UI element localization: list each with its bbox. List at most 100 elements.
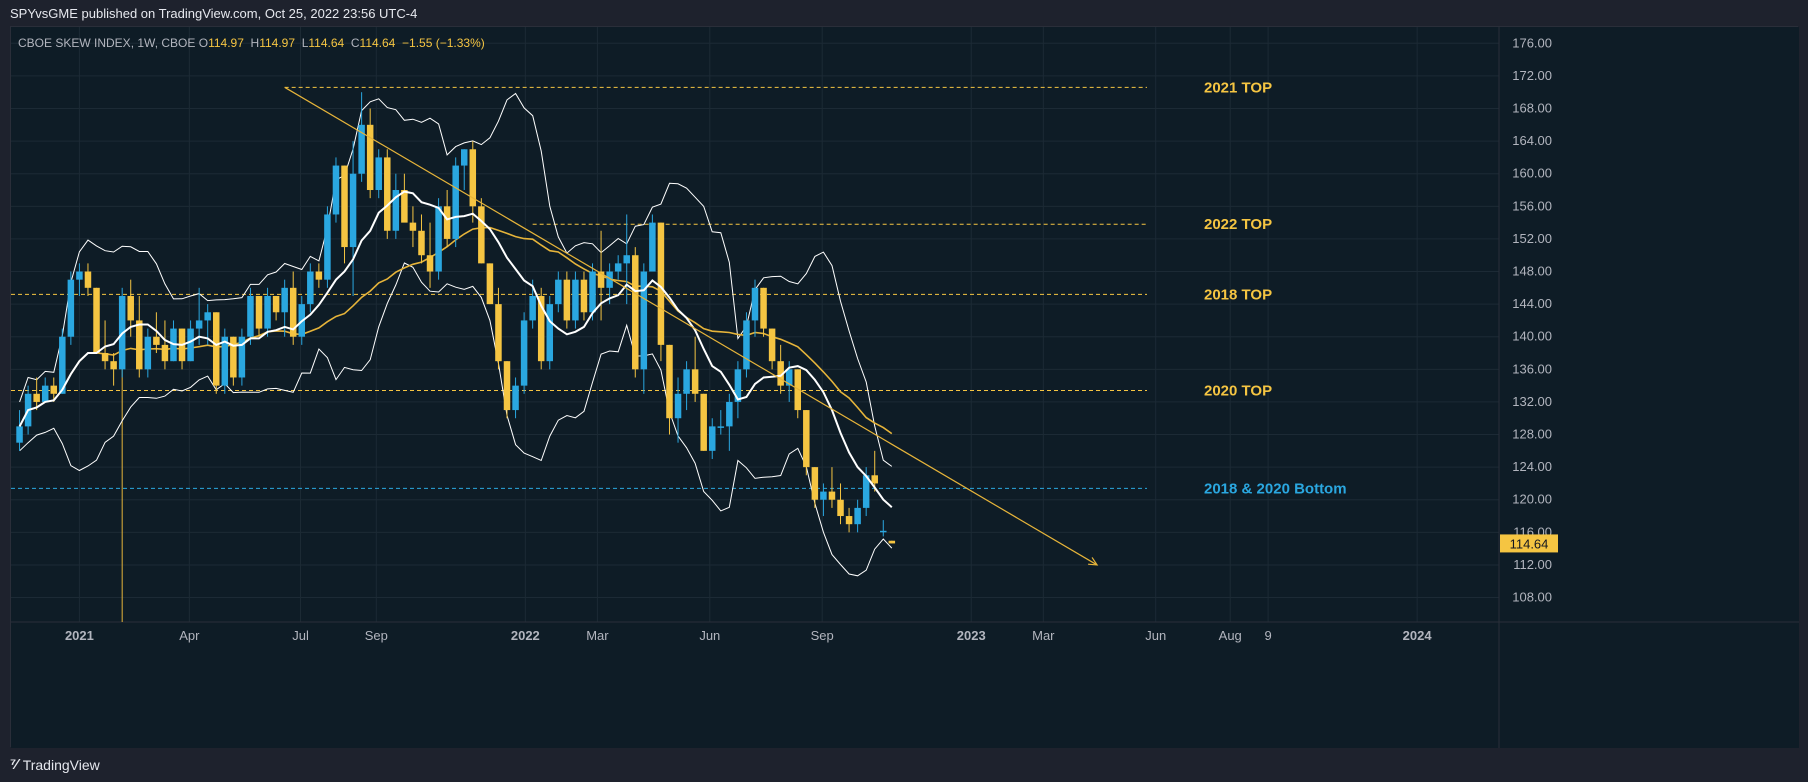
footer-brand-text: TradingView xyxy=(22,756,100,773)
x-tick-label: Jul xyxy=(292,628,309,643)
candle-body xyxy=(820,491,827,500)
candle-body xyxy=(563,279,571,321)
candle-body xyxy=(375,157,382,191)
candle-body xyxy=(614,263,622,272)
candle-body xyxy=(401,190,408,223)
candle-body xyxy=(221,336,229,386)
candle-body xyxy=(127,295,134,321)
candle-body xyxy=(418,230,425,256)
candle-body xyxy=(281,287,288,313)
candle-body xyxy=(632,255,639,370)
legend-change: −1.55 (−1.33%) xyxy=(402,36,485,50)
candle-body xyxy=(272,295,280,313)
candle-body xyxy=(837,499,844,517)
y-tick-label: 136.00 xyxy=(1512,361,1552,376)
y-tick-label: 140.00 xyxy=(1512,329,1552,344)
x-tick-label: Mar xyxy=(586,628,609,643)
y-tick-label: 156.00 xyxy=(1512,198,1552,213)
legend-high-value: 114.97 xyxy=(259,36,296,50)
candle-body xyxy=(623,255,630,264)
candle-body xyxy=(384,157,391,231)
candle-body xyxy=(452,165,459,239)
candle-body xyxy=(717,426,725,428)
candle-body xyxy=(495,304,502,362)
candle-body xyxy=(101,353,109,362)
level-label: 2022 TOP xyxy=(1204,216,1272,233)
candle-body xyxy=(255,295,263,329)
candle-body xyxy=(50,385,58,394)
y-tick-label: 164.00 xyxy=(1512,133,1552,148)
candle-body xyxy=(443,206,451,239)
candle-body xyxy=(512,385,519,411)
candle-body xyxy=(555,279,562,305)
candle-body xyxy=(478,206,485,264)
y-tick-label: 144.00 xyxy=(1512,296,1552,311)
candle-body xyxy=(674,393,682,419)
candle-body xyxy=(195,320,203,329)
candle-body xyxy=(324,214,331,280)
candle-body xyxy=(187,328,194,362)
candle-body xyxy=(76,271,83,280)
y-tick-label: 172.00 xyxy=(1512,68,1552,83)
candle-body xyxy=(546,304,554,362)
x-tick-label: 9 xyxy=(1264,628,1271,643)
candle-body xyxy=(708,426,716,451)
candle-body xyxy=(67,279,75,337)
candle-body xyxy=(33,393,40,402)
candle-body xyxy=(307,271,314,305)
chart-svg[interactable]: 108.00112.00116.00120.00124.00128.00132.… xyxy=(11,27,1799,748)
candle-body xyxy=(828,491,836,500)
candle-body xyxy=(230,336,237,378)
candle-body xyxy=(854,507,861,525)
legend-close-value: 114.64 xyxy=(359,36,396,50)
candle-body xyxy=(41,385,49,402)
candle-body xyxy=(144,336,152,370)
ohlc-legend: CBOE SKEW INDEX, 1W, CBOE O114.97 H114.9… xyxy=(18,36,485,50)
candle-body xyxy=(691,369,699,394)
y-tick-label: 108.00 xyxy=(1512,590,1552,605)
candle-body xyxy=(529,295,536,321)
y-tick-label: 120.00 xyxy=(1512,492,1552,507)
chart-frame[interactable]: 108.00 112.00 116.00 120.00 124.00 128.00 132.… xyxy=(10,26,1799,748)
x-tick-label: Apr xyxy=(179,628,200,643)
candle-body xyxy=(845,516,853,525)
candle-body xyxy=(751,287,759,321)
candle-body xyxy=(880,530,887,533)
candle-body xyxy=(666,344,673,419)
candle-body xyxy=(768,328,776,362)
candle-body xyxy=(247,295,254,337)
candle-body xyxy=(486,263,494,305)
level-label: 2021 TOP xyxy=(1204,79,1272,96)
y-tick-label: 168.00 xyxy=(1512,101,1552,116)
candle-body xyxy=(589,271,596,313)
x-tick-label: 2024 xyxy=(1403,628,1433,643)
candle-body xyxy=(888,540,896,544)
candle-body xyxy=(349,173,357,248)
candle-body xyxy=(803,410,810,468)
y-tick-label: 160.00 xyxy=(1512,166,1552,181)
candle-body xyxy=(572,279,579,321)
candle-body xyxy=(683,369,690,394)
x-tick-label: Jun xyxy=(1145,628,1166,643)
y-tick-label: 148.00 xyxy=(1512,264,1552,279)
candle-body xyxy=(726,401,733,427)
y-tick-label: 124.00 xyxy=(1512,459,1552,474)
candle-body xyxy=(16,426,23,443)
level-label: 2018 TOP xyxy=(1204,286,1272,303)
candle-body xyxy=(426,255,434,272)
candle-body xyxy=(409,222,417,231)
footer-brand[interactable]: ⁷⁄ TradingView xyxy=(10,756,100,773)
legend-close-label: C xyxy=(350,36,360,50)
tradingview-logo-icon: ⁷⁄ xyxy=(10,756,18,773)
candle-body xyxy=(743,320,750,370)
candle-body xyxy=(264,295,271,329)
x-tick-label: 2022 xyxy=(511,628,540,643)
candle-body xyxy=(649,222,656,272)
x-tick-label: Jun xyxy=(699,628,720,643)
candle-body xyxy=(760,287,767,329)
x-tick-label: Sep xyxy=(811,628,834,643)
candle-body xyxy=(520,320,528,386)
x-tick-label: 2023 xyxy=(957,628,986,643)
y-tick-label: 176.00 xyxy=(1512,35,1552,50)
candle-body xyxy=(332,165,340,215)
